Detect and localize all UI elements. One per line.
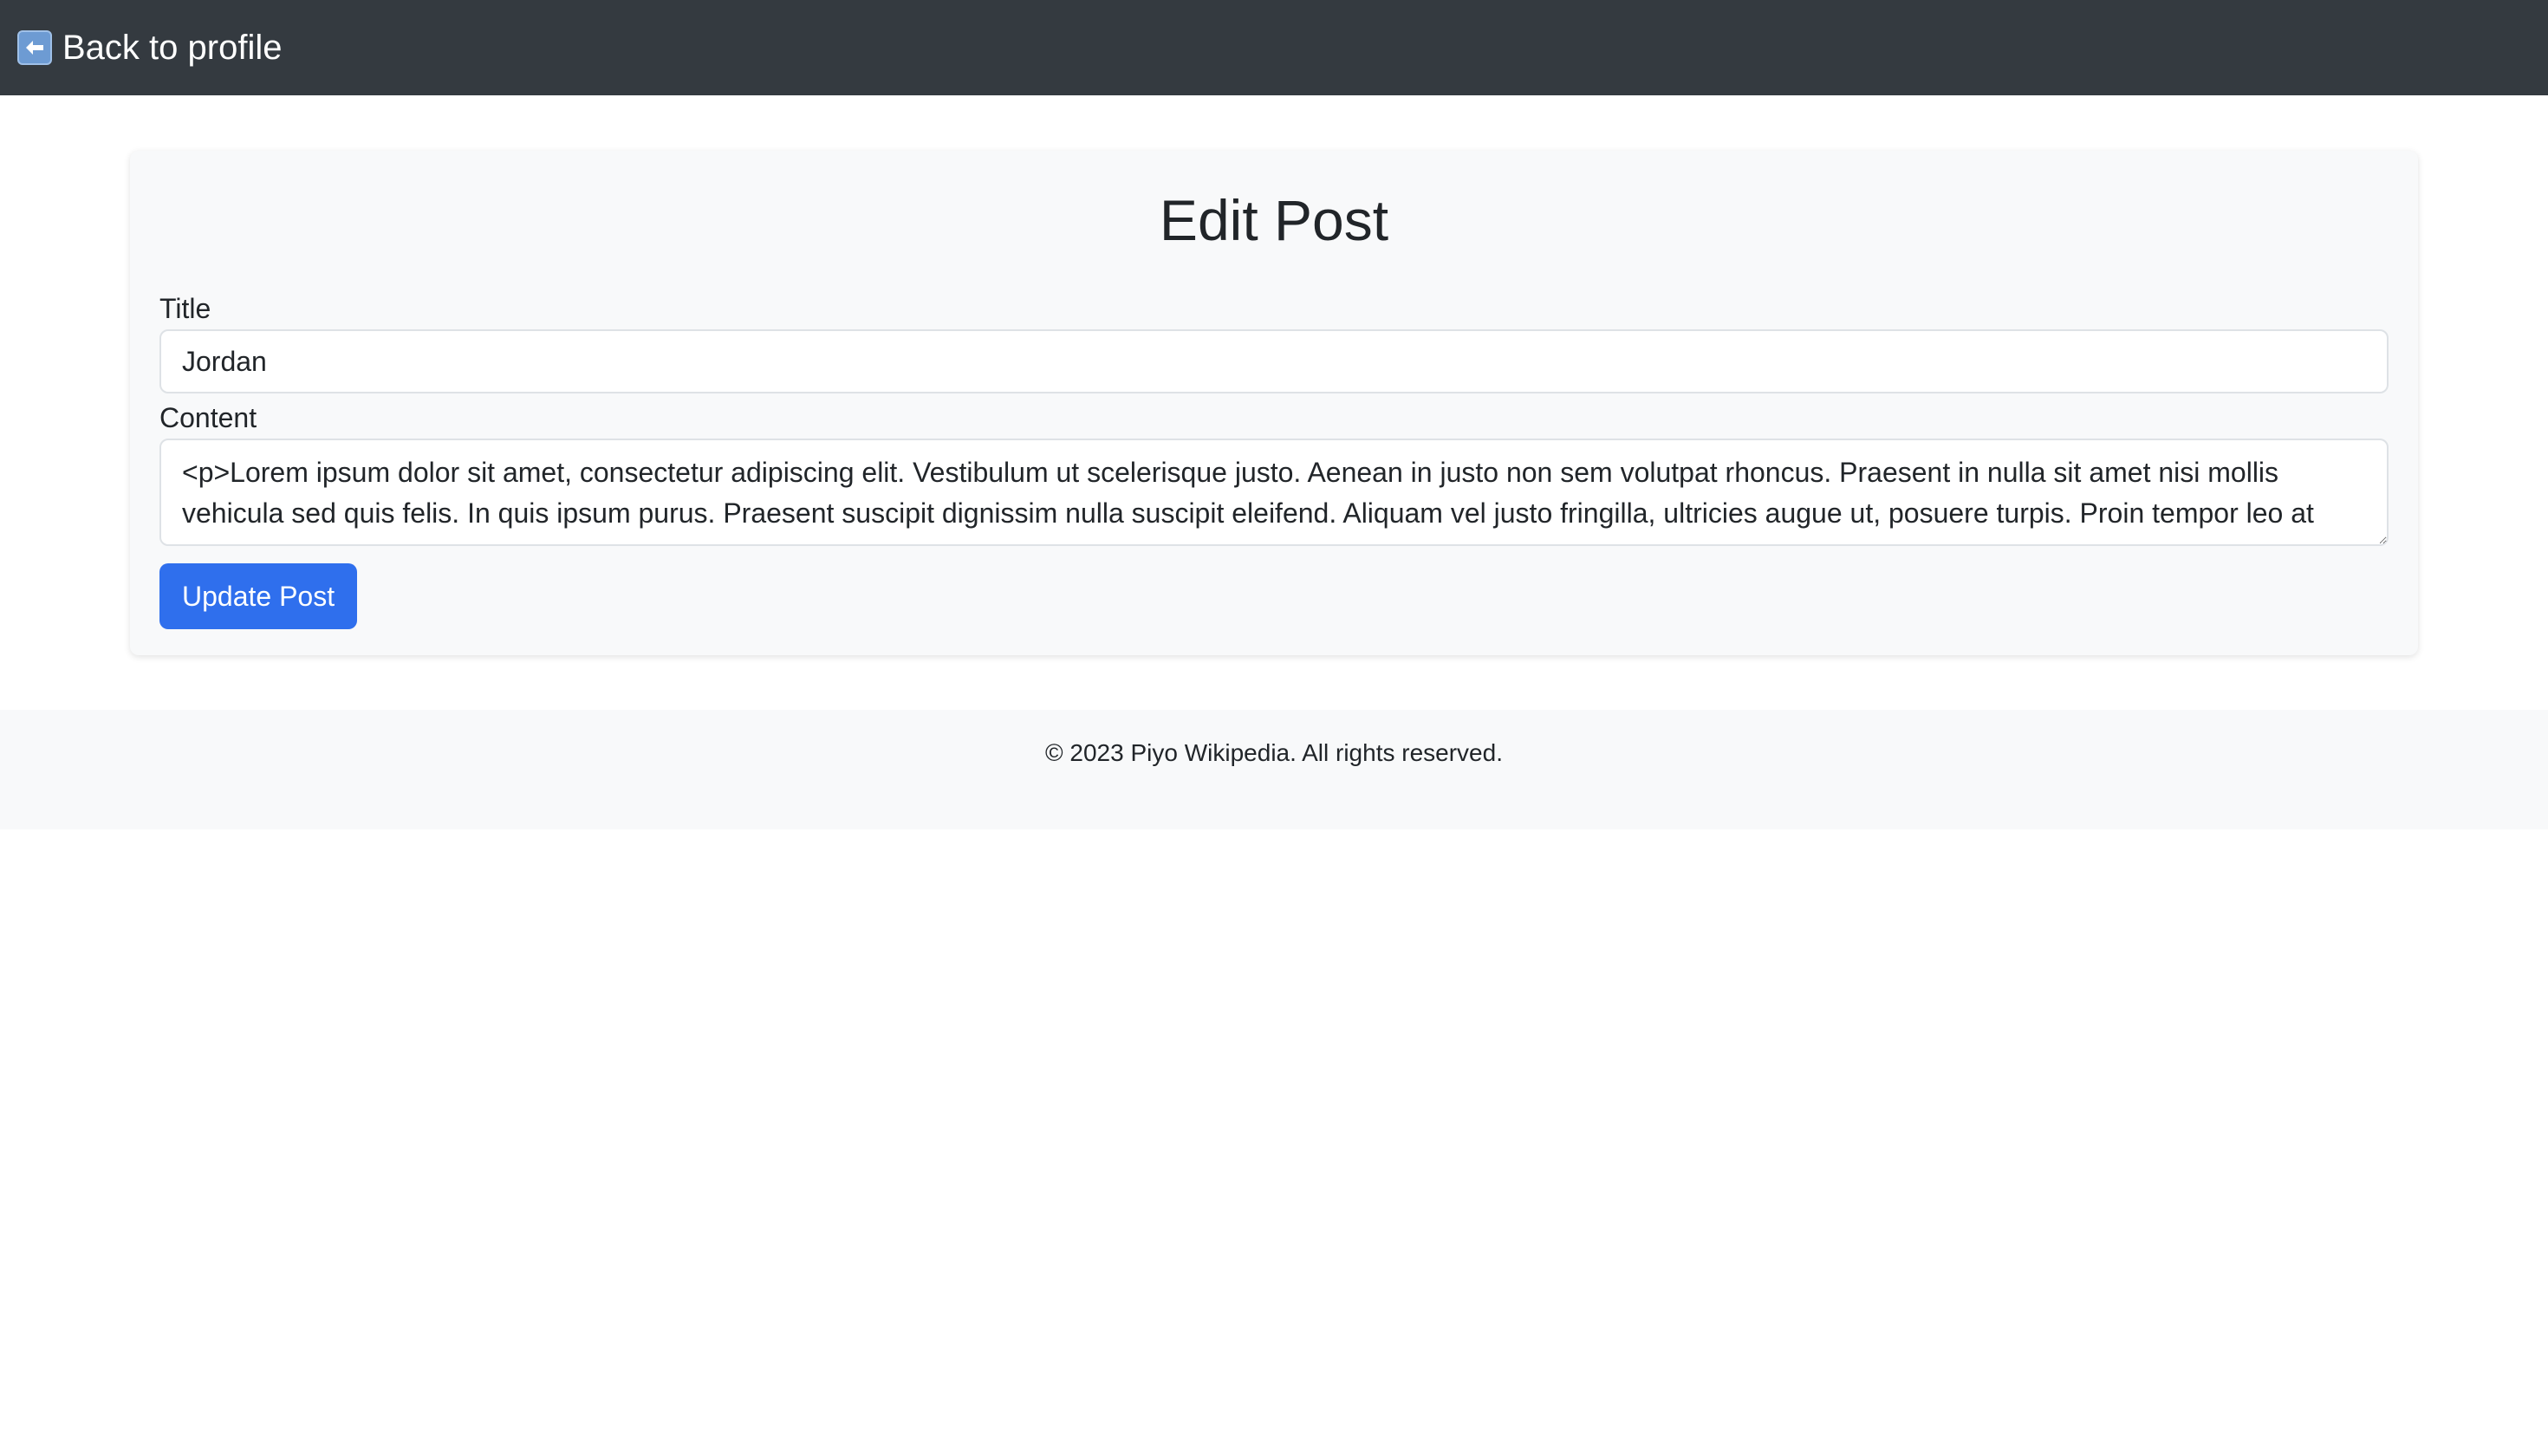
page-title: Edit Post bbox=[1159, 188, 1389, 252]
back-to-profile-link[interactable]: Back to profile bbox=[17, 29, 282, 68]
top-navbar: Back to profile bbox=[0, 0, 2548, 95]
content-textarea[interactable]: <p>Lorem ipsum dolor sit amet, consectet… bbox=[159, 439, 2389, 546]
edit-post-card: Edit Post Title Content <p>Lorem ipsum d… bbox=[130, 151, 2418, 655]
update-post-button[interactable]: Update Post bbox=[159, 563, 358, 629]
page-footer: © 2023 Piyo Wikipedia. All rights reserv… bbox=[0, 710, 2548, 829]
title-input[interactable] bbox=[159, 329, 2389, 393]
back-to-profile-label: Back to profile bbox=[62, 28, 283, 67]
copyright-text: © 2023 Piyo Wikipedia. All rights reserv… bbox=[1045, 739, 1503, 766]
left-arrow-icon bbox=[17, 30, 52, 65]
title-label: Title bbox=[159, 293, 211, 324]
content-label: Content bbox=[159, 402, 257, 433]
